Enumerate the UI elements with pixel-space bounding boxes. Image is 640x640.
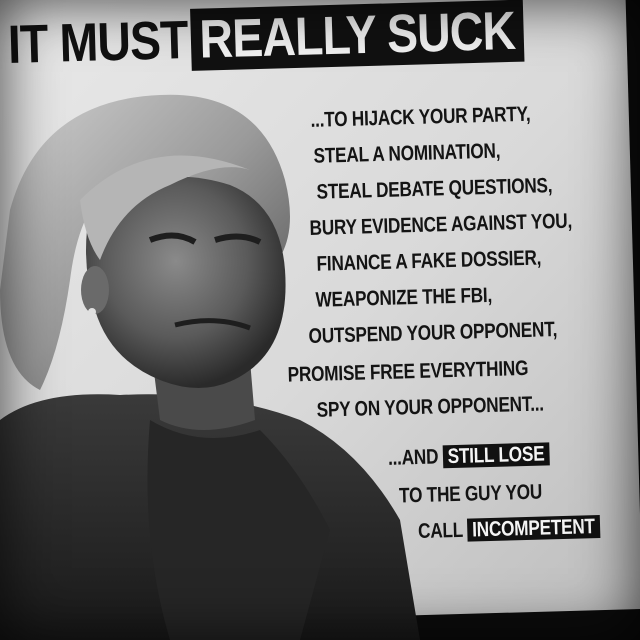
list-item: ...TO HIJACK YOUR PARTY, (310, 102, 531, 132)
closing-line-2: TO THE GUY YOU (398, 480, 543, 508)
closing-highlight-still-lose: STILL LOSE (442, 442, 550, 469)
list-item: STEAL A NOMINATION, (313, 139, 501, 168)
list-item: PROMISE FREE EVERYTHING (287, 356, 529, 387)
meme-frame: IT MUST REALLY SUCK ...TO HIJACK YOUR PA… (0, 0, 640, 640)
closing-prefix: ...AND (387, 445, 439, 470)
list-item: WEAPONIZE THE FBI, (315, 283, 493, 312)
closing-line-1: ...AND STILL LOSE (388, 442, 550, 470)
list-item: BURY EVIDENCE AGAINST YOU, (309, 209, 573, 240)
list-item: OUTSPEND YOUR OPPONENT, (308, 318, 558, 349)
headline-plain: IT MUST (7, 9, 189, 75)
headline-highlight: REALLY SUCK (190, 0, 525, 71)
closing-call: CALL (417, 518, 464, 544)
list-item: SPY ON YOUR OPPONENT... (316, 392, 545, 422)
closing-line-3: CALL INCOMPETENT (417, 514, 600, 544)
list-item: FINANCE A FAKE DOSSIER, (316, 246, 542, 276)
accusation-list: ...TO HIJACK YOUR PARTY, STEAL A NOMINAT… (270, 90, 640, 640)
list-item: STEAL DEBATE QUESTIONS, (316, 174, 553, 204)
closing-highlight-incompetent: INCOMPETENT (466, 514, 600, 542)
